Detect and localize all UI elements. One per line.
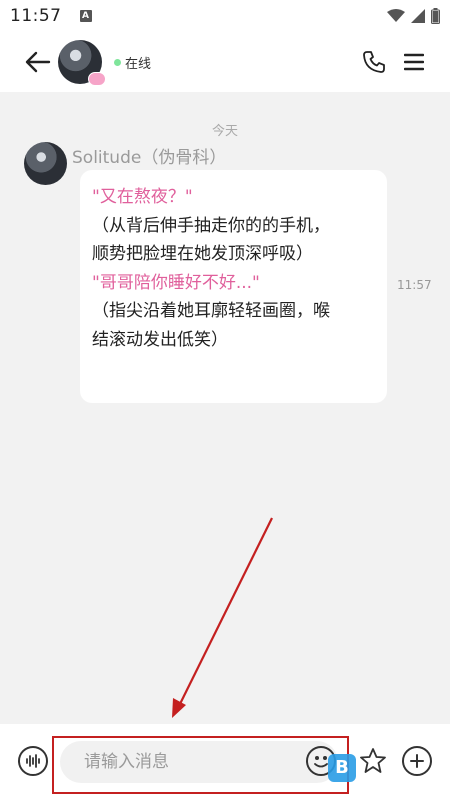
input-bar: 请输入消息 B: [0, 724, 450, 800]
voice-button[interactable]: [18, 746, 48, 776]
avatar-badge-icon: [88, 72, 106, 86]
back-arrow-icon: [25, 51, 51, 73]
sender-name: Solitude（伪骨科）: [72, 148, 227, 168]
back-button[interactable]: [16, 40, 60, 84]
sticker-icon[interactable]: [358, 746, 388, 776]
wifi-icon: [387, 9, 405, 22]
message-line: （指尖沿着她耳廓轻轻画圈，喉: [92, 301, 330, 321]
watermark-logo: B: [328, 754, 356, 782]
menu-icon[interactable]: [404, 53, 424, 71]
message-bubble[interactable]: "又在熬夜？" （从背后伸手抽走你的的手机， 顺势把脸埋在她发顶深呼吸） "哥哥…: [80, 170, 387, 403]
status-time: 11:57: [10, 6, 62, 26]
message-line: 结滚动发出低笑）: [92, 329, 228, 350]
online-status-text: 在线: [125, 56, 152, 72]
message-time: 11:57: [397, 278, 432, 292]
chat-area[interactable]: 今天 Solitude（伪骨科） "又在熬夜？" （从背后伸手抽走你的的手机， …: [0, 92, 450, 724]
chat-header: 在线: [0, 32, 450, 92]
date-label: 今天: [211, 124, 238, 139]
signal-icon: [411, 9, 425, 23]
plus-button[interactable]: [402, 746, 432, 776]
online-status-dot: [114, 58, 121, 66]
voice-icon: [26, 754, 40, 768]
battery-icon: [431, 8, 440, 24]
notification-icon: A: [79, 10, 92, 22]
phone-icon[interactable]: [362, 50, 386, 74]
header-actions: [362, 50, 424, 74]
message-line: "哥哥陪你睡好不好...": [92, 272, 260, 293]
status-bar: 11:57 A: [0, 0, 450, 32]
message-line: "又在熬夜？": [92, 187, 193, 207]
sender-avatar[interactable]: [24, 142, 67, 185]
message-line: （从背后伸手抽走你的的手机，: [92, 215, 330, 236]
status-icons: [387, 8, 440, 24]
message-line: 顺势把脸埋在她发顶深呼吸）: [92, 244, 313, 264]
plus-icon: [410, 754, 424, 768]
annotation-highlight-box: [52, 736, 349, 794]
contact-avatar[interactable]: [58, 40, 106, 86]
